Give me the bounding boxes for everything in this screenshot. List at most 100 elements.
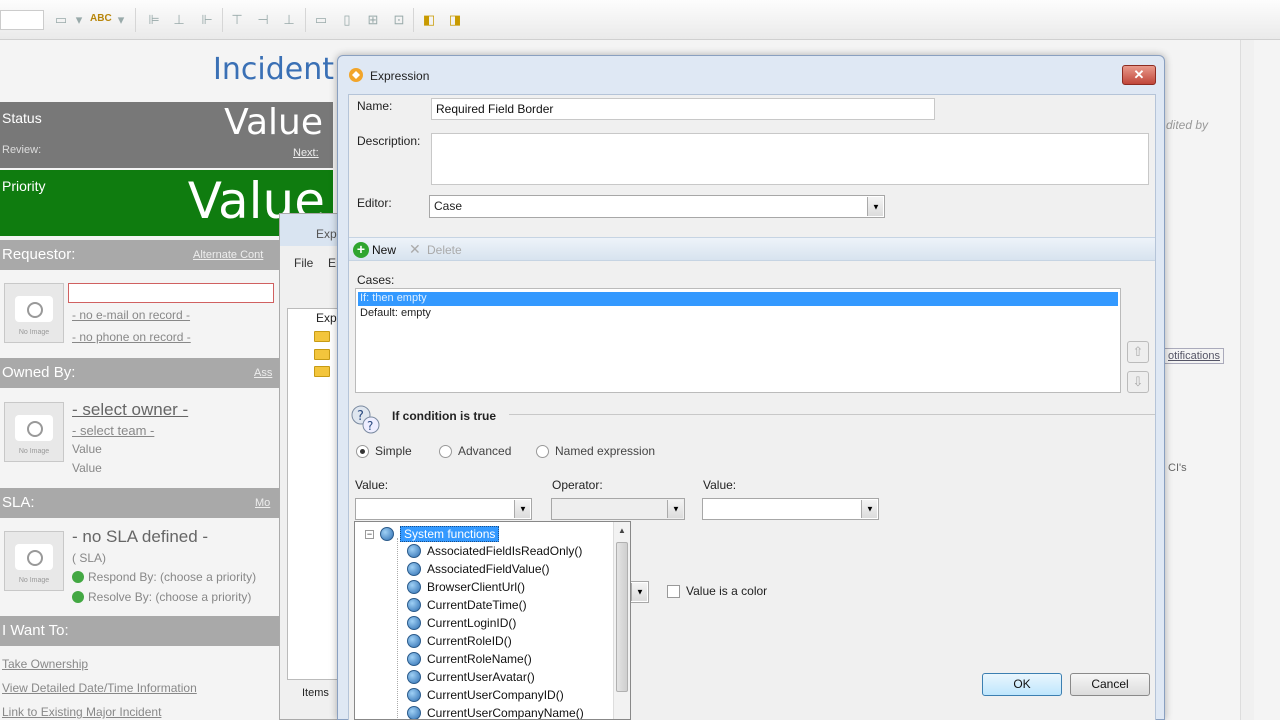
cases-list[interactable]: If: then empty Default: empty — [355, 288, 1121, 393]
toolbar-divider — [222, 8, 223, 32]
no-image-label: No Image — [18, 577, 50, 584]
same-size-icon[interactable]: ⊞ — [364, 11, 382, 29]
status-label: Status — [2, 110, 42, 126]
delete-icon[interactable]: ✕ — [409, 241, 421, 258]
same-height-icon[interactable]: ▯ — [338, 11, 356, 29]
value-is-color-checkbox[interactable]: Value is a color — [667, 584, 767, 598]
chevron-down-icon[interactable] — [861, 500, 877, 518]
requestor-phone[interactable]: - no phone on record - — [72, 330, 191, 344]
delete-button[interactable]: Delete — [427, 243, 462, 257]
same-width-icon[interactable]: ▭ — [312, 11, 330, 29]
value2-select[interactable] — [702, 498, 879, 520]
send-back-icon[interactable]: ◨ — [446, 11, 464, 29]
globe-icon — [407, 598, 421, 612]
mode-label: Named expression — [555, 444, 656, 458]
requestor-label: Requestor: — [2, 246, 76, 263]
case-item[interactable]: If: then empty — [358, 292, 1118, 306]
review-label: Review: — [2, 144, 42, 156]
function-item[interactable]: CurrentUserCompanyName() — [407, 706, 584, 720]
sla-title: - no SLA defined - — [72, 527, 209, 546]
notifications-button[interactable]: otifications — [1164, 348, 1224, 364]
scroll-up-icon[interactable]: ▲ — [618, 526, 626, 535]
sla-more-link[interactable]: Mo — [255, 497, 270, 509]
function-item[interactable]: CurrentLoginID() — [407, 616, 516, 630]
function-item[interactable]: CurrentRoleID() — [407, 634, 512, 648]
function-item[interactable]: CurrentRoleName() — [407, 652, 532, 666]
select-owner-link[interactable]: - select owner - — [72, 400, 188, 420]
move-down-icon[interactable]: ⇩ — [1127, 371, 1149, 393]
mode-advanced-radio[interactable]: Advanced — [439, 444, 511, 458]
collapse-icon[interactable]: − — [365, 529, 374, 539]
chevron-down-icon[interactable]: ▾ — [70, 11, 88, 29]
mode-simple-radio[interactable]: Simple — [356, 444, 412, 458]
chevron-down-icon[interactable]: ▾ — [112, 11, 130, 29]
menu-file[interactable]: File — [294, 256, 313, 270]
resolve-by-text: Resolve By: (choose a priority) — [88, 590, 252, 604]
function-item[interactable]: AssociatedFieldIsReadOnly() — [407, 544, 582, 558]
new-button[interactable]: New — [372, 243, 396, 257]
requestor-input[interactable] — [68, 283, 274, 303]
cancel-button[interactable]: Cancel — [1070, 673, 1150, 696]
description-field[interactable] — [431, 133, 1149, 185]
font-size-box[interactable] — [0, 10, 44, 30]
assign-link[interactable]: Ass — [254, 367, 272, 379]
function-item[interactable]: AssociatedFieldValue() — [407, 562, 550, 576]
select-team-link[interactable]: - select team - — [72, 423, 154, 438]
chevron-down-icon[interactable] — [667, 500, 683, 518]
name-field[interactable]: Required Field Border — [431, 98, 935, 120]
align-center-icon[interactable]: ⊥ — [170, 11, 188, 29]
chevron-down-icon[interactable] — [514, 500, 530, 518]
align-middle-icon[interactable]: ⊣ — [254, 11, 272, 29]
function-item[interactable]: CurrentUserCompanyID() — [407, 688, 564, 702]
link-major-incident-link[interactable]: Link to Existing Major Incident — [2, 705, 161, 719]
color-icon[interactable]: ▭ — [52, 11, 70, 29]
editor-select[interactable]: Case — [429, 195, 885, 218]
move-up-icon[interactable]: ⇧ — [1127, 341, 1149, 363]
align-left-icon[interactable]: ⊫ — [145, 11, 163, 29]
function-label: BrowserClientUrl() — [427, 580, 526, 594]
function-item[interactable]: BrowserClientUrl() — [407, 580, 525, 594]
function-label: AssociatedFieldValue() — [427, 562, 550, 576]
tree-guide-line — [397, 538, 398, 719]
chevron-down-icon[interactable] — [867, 197, 883, 216]
function-label: CurrentUserCompanyName() — [427, 706, 584, 720]
view-datetime-link[interactable]: View Detailed Date/Time Information — [2, 681, 197, 695]
next-link[interactable]: Next: — [293, 147, 319, 159]
operator-select[interactable] — [551, 498, 685, 520]
sla-photo: No Image — [4, 531, 64, 591]
alternate-contact-link[interactable]: Alternate Cont — [193, 249, 263, 261]
value-select[interactable] — [355, 498, 532, 520]
tree-root-label[interactable]: System functions — [400, 526, 500, 542]
dropdown-scrollbar[interactable]: ▲ — [613, 522, 630, 719]
case-item[interactable]: Default: empty — [358, 307, 1118, 321]
page-title: Incident — [213, 52, 334, 87]
radio-circle — [439, 444, 452, 458]
no-image-label: No Image — [18, 448, 50, 455]
mode-named-radio[interactable]: Named expression — [536, 444, 655, 458]
status-panel: Status Review: Next: Value — [0, 102, 333, 168]
align-top-icon[interactable]: ⊤ — [228, 11, 246, 29]
radio-circle — [356, 444, 369, 458]
scroll-thumb[interactable] — [616, 542, 628, 692]
menu-edit[interactable]: E — [328, 256, 336, 270]
grid-icon[interactable]: ⊡ — [390, 11, 408, 29]
globe-icon — [407, 562, 421, 576]
function-item[interactable]: CurrentDateTime() — [407, 598, 527, 612]
globe-icon — [407, 616, 421, 630]
system-functions-dropdown[interactable]: − System functions AssociatedFieldIsRead… — [354, 521, 631, 720]
chevron-down-icon[interactable] — [631, 583, 647, 601]
value-is-color-label: Value is a color — [686, 584, 768, 598]
function-label: CurrentLoginID() — [427, 616, 517, 630]
function-item[interactable]: CurrentUserAvatar() — [407, 670, 535, 684]
align-right-icon[interactable]: ⊩ — [198, 11, 216, 29]
spellcheck-icon[interactable]: ABC — [90, 13, 112, 24]
ok-button[interactable]: OK — [982, 673, 1062, 696]
new-icon[interactable]: + — [353, 242, 369, 258]
take-ownership-link[interactable]: Take Ownership — [2, 657, 88, 671]
bring-front-icon[interactable]: ◧ — [420, 11, 438, 29]
align-bottom-icon[interactable]: ⊥ — [280, 11, 298, 29]
page-scrollbar[interactable] — [1240, 40, 1254, 720]
requestor-email[interactable]: - no e-mail on record - — [72, 308, 190, 322]
tree-root-node[interactable]: − System functions — [365, 526, 500, 542]
close-icon[interactable]: ✕ — [1122, 65, 1156, 85]
